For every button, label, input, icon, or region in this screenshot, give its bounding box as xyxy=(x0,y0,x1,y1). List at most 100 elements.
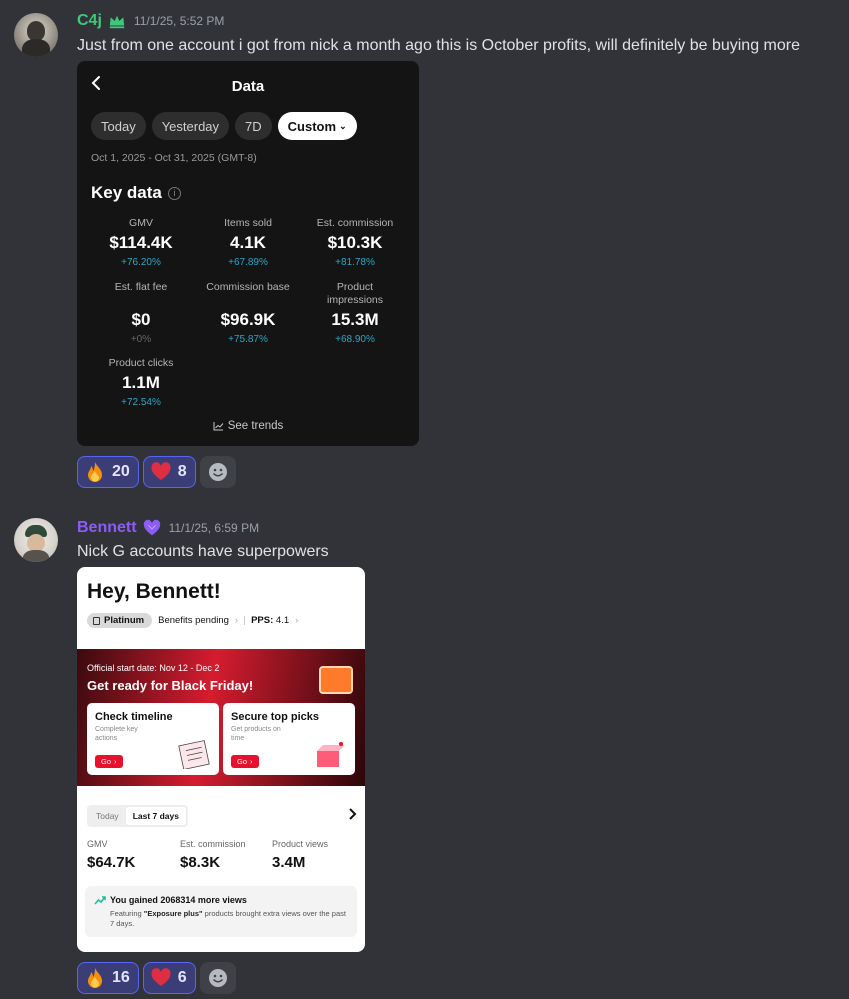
pps: PPS: 4.1 xyxy=(251,615,289,626)
metric-label: Product impressions xyxy=(326,281,384,306)
banner-start-date: Official start date: Nov 12 - Dec 2 xyxy=(87,663,220,673)
add-reaction-button[interactable] xyxy=(199,962,236,994)
metric-label: Commission base xyxy=(206,281,290,293)
tier-badge: Platinum xyxy=(87,613,153,628)
metric-label: Items sold xyxy=(224,217,272,229)
timestamp: 11/1/25, 6:59 PM xyxy=(168,521,260,535)
message-header: C4j 11/1/25, 5:52 PM xyxy=(77,12,224,30)
smiley-icon xyxy=(208,463,227,481)
banner-title: Get ready for Black Friday! xyxy=(87,678,254,693)
metric-est-commission: Est. commission $8.3K xyxy=(180,839,246,871)
heart-emoji-icon xyxy=(151,462,171,480)
metric-value: 4.1K xyxy=(230,233,266,252)
reactions-bar: 20 8 xyxy=(77,456,236,488)
tab-today: Today xyxy=(96,811,119,821)
reaction-count: 20 xyxy=(112,463,130,480)
go-button: Go › xyxy=(95,755,123,768)
metric-product-impressions: Product impressions 15.3M +68.90% xyxy=(318,281,392,345)
pps-label: PPS: xyxy=(251,615,274,626)
metric-value: $64.7K xyxy=(87,854,136,871)
notebook-icon xyxy=(178,740,210,769)
metric-change: +75.87% xyxy=(228,334,268,345)
reaction-count: 16 xyxy=(112,969,130,986)
go-label: Go xyxy=(101,757,112,766)
author-name[interactable]: Bennett xyxy=(77,519,137,537)
trend-chart-icon xyxy=(213,422,224,431)
heart-icon xyxy=(143,519,160,536)
pps-value: 4.1 xyxy=(275,615,290,626)
info-icon: i xyxy=(167,186,181,200)
chip-today: Today xyxy=(91,112,146,140)
metric-value: $114.4K xyxy=(109,233,173,252)
benefits-label: Benefits pending xyxy=(158,615,229,626)
image-attachment[interactable]: Hey, Bennett! Platinum Benefits pending … xyxy=(77,567,365,952)
image-attachment[interactable]: Data Today Yesterday 7D Custom ⌄ Oct 1, … xyxy=(77,61,419,446)
metric-items-sold: Items sold 4.1K +67.89% xyxy=(191,217,305,268)
heart-emoji-icon xyxy=(151,968,171,986)
metric-change: +0% xyxy=(130,334,152,345)
reaction-count: 6 xyxy=(177,969,187,986)
metric-change: +68.90% xyxy=(335,334,375,345)
views-gained-card: You gained 2068314 more views Featuring … xyxy=(85,886,357,937)
chip-yesterday: Yesterday xyxy=(151,112,230,140)
reaction-heart[interactable]: 6 xyxy=(142,962,196,994)
metric-change: +67.89% xyxy=(228,257,268,268)
avatar-figure-body xyxy=(22,39,50,57)
gained-text-pre: Featuring xyxy=(110,909,144,918)
author-name[interactable]: C4j xyxy=(77,12,102,30)
metric-value: $0 xyxy=(131,310,151,329)
chip-custom-label: Custom xyxy=(287,118,337,134)
tab-last-7-days: Last 7 days xyxy=(125,807,186,825)
metric-value: 15.3M xyxy=(331,310,379,329)
chevron-right-icon: › xyxy=(234,615,239,626)
reaction-fire[interactable]: 16 xyxy=(77,962,139,994)
card-secure-top-picks: Secure top picks Get products on time Go… xyxy=(223,703,355,775)
chip-custom: Custom ⌄ xyxy=(277,112,357,140)
metric-est-commission: Est. commission $10.3K +81.78% xyxy=(298,217,412,268)
card-title: Secure top picks xyxy=(231,711,320,723)
metric-product-clicks: Product clicks 1.1M +72.54% xyxy=(84,357,198,408)
card-check-timeline: Check timeline Complete key actions Go › xyxy=(87,703,219,775)
reactions-bar: 16 6 xyxy=(77,962,236,994)
chip-7d: 7D xyxy=(235,112,272,140)
metric-change: +81.78% xyxy=(335,257,375,268)
date-range: Oct 1, 2025 - Oct 31, 2025 (GMT-8) xyxy=(91,152,257,164)
screen-title: Data xyxy=(231,78,265,95)
metric-change: +76.20% xyxy=(121,257,161,268)
card-subtitle: Get products on time xyxy=(231,726,281,742)
avatar[interactable] xyxy=(14,13,58,57)
metric-value: $96.9K xyxy=(220,310,276,329)
avatar[interactable] xyxy=(14,518,58,562)
tier-icon xyxy=(93,616,100,625)
reaction-fire[interactable]: 20 xyxy=(77,456,139,488)
metric-value: $8.3K xyxy=(180,854,221,871)
reaction-heart[interactable]: 8 xyxy=(142,456,196,488)
period-tabs: Today Last 7 days xyxy=(87,805,188,827)
chevron-down-icon: ⌄ xyxy=(339,120,347,131)
avatar-body xyxy=(23,550,49,562)
message-text: Nick G accounts have superpowers xyxy=(77,543,329,560)
metric-change: +72.54% xyxy=(121,397,161,408)
chevron-right-icon: › xyxy=(250,757,253,766)
avatar-figure xyxy=(27,21,45,41)
see-trends-label: See trends xyxy=(227,420,284,432)
crown-icon xyxy=(109,15,125,29)
add-reaction-button[interactable] xyxy=(199,456,236,488)
metric-gmv: GMV $64.7K xyxy=(87,839,135,871)
metric-value: $10.3K xyxy=(327,233,383,252)
reaction-count: 8 xyxy=(177,463,187,480)
chevron-right-icon xyxy=(349,808,357,820)
metric-value: 1.1M xyxy=(122,373,160,392)
see-trends-link: See trends xyxy=(77,420,419,432)
message-header: Bennett 11/1/25, 6:59 PM xyxy=(77,519,259,537)
metric-label: Product views xyxy=(272,839,329,849)
card-title: Check timeline xyxy=(95,711,173,723)
fire-emoji-icon xyxy=(88,968,102,988)
gained-text-bold: "Exposure plus" xyxy=(143,909,203,918)
metric-commission-base: Commission base $96.9K +75.87% xyxy=(206,281,289,345)
smiley-icon xyxy=(208,969,227,987)
gained-subtitle: Featuring "Exposure plus" products broug… xyxy=(110,909,350,929)
status-row: Platinum Benefits pending › PPS: 4.1 › xyxy=(87,613,298,628)
fire-emoji-icon xyxy=(88,462,102,482)
date-filter-chips: Today Yesterday 7D Custom ⌄ xyxy=(91,112,357,140)
